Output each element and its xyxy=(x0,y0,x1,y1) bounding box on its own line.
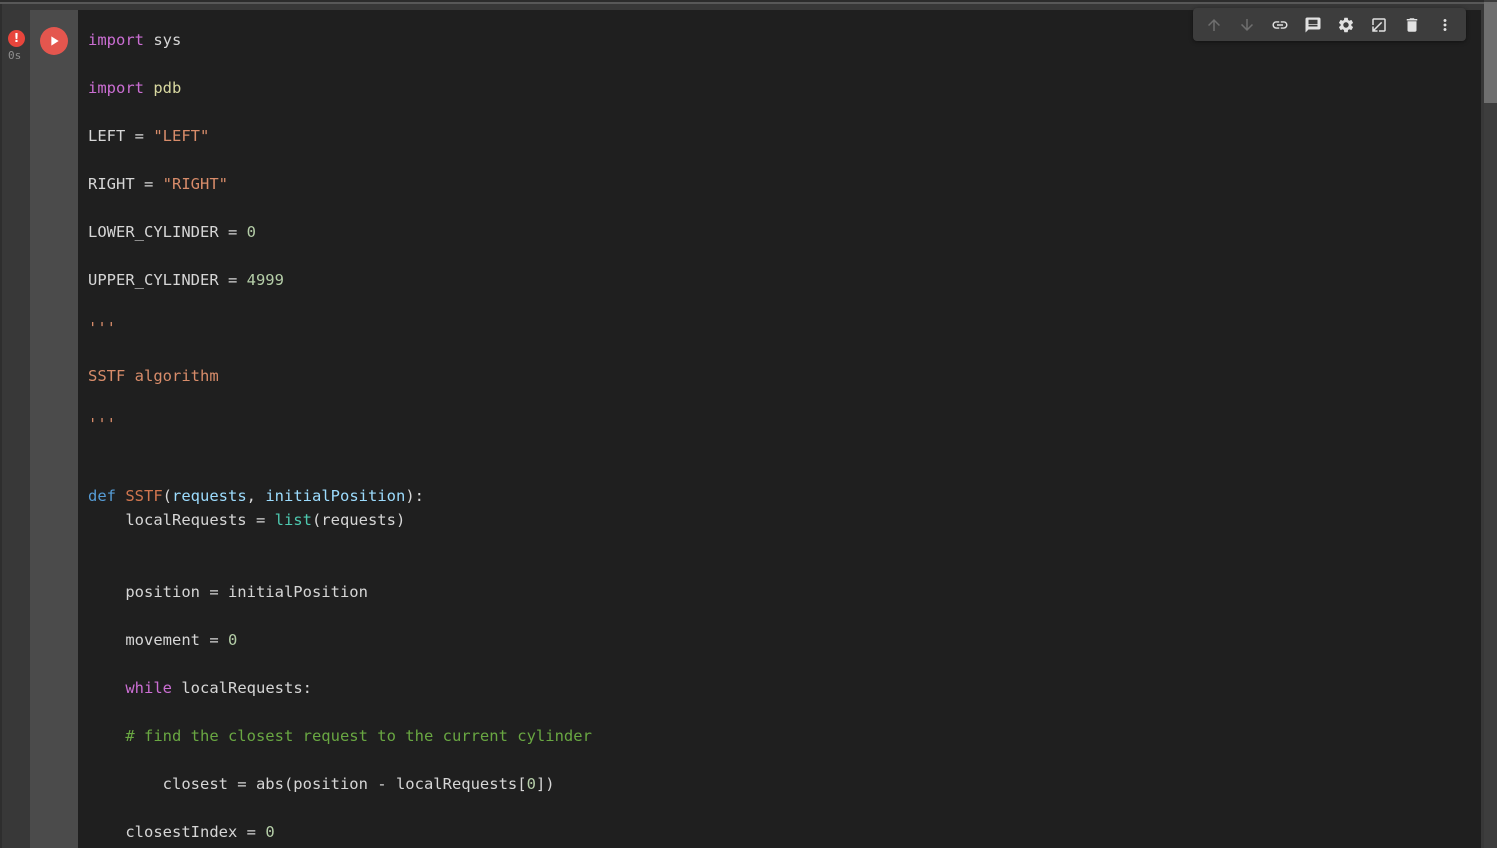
top-divider-line xyxy=(0,2,1497,4)
code-line: localRequests = list(requests) xyxy=(88,511,406,529)
code-line: # find the closest request to the curren… xyxy=(125,727,592,745)
arrow-up-icon xyxy=(1208,18,1220,31)
mirror-cell-in-tab-button[interactable] xyxy=(1367,13,1391,37)
vertical-scrollbar-thumb[interactable] xyxy=(1484,2,1497,103)
link-icon xyxy=(1272,20,1288,29)
vertical-scrollbar-track[interactable] xyxy=(1484,0,1497,848)
code-line: SSTF algorithm xyxy=(88,367,219,385)
play-icon xyxy=(51,36,59,46)
colab-notebook-page: { "app": "colab-code-cell", "colors": { … xyxy=(0,0,1497,848)
open-editor-settings-button[interactable] xyxy=(1334,13,1358,37)
run-cell-button[interactable] xyxy=(40,27,68,55)
code-line: def SSTF(requests, initialPosition): xyxy=(88,487,424,505)
move-cell-up-button xyxy=(1202,13,1226,37)
code-line: movement = 0 xyxy=(88,631,238,649)
more-cell-actions-button[interactable] xyxy=(1433,13,1457,37)
code-line: ''' xyxy=(88,415,116,433)
code-content: import sys import pdb LEFT = "LEFT" RIGH… xyxy=(88,28,1481,844)
code-line: closest = abs(position - localRequests[0… xyxy=(88,775,555,793)
arrow-down-icon xyxy=(1241,18,1253,31)
error-exclamation-icon: ! xyxy=(8,30,25,47)
code-line: position = initialPosition xyxy=(88,583,368,601)
code-line: LOWER_CYLINDER = 0 xyxy=(88,223,256,241)
trash-icon xyxy=(1406,17,1418,32)
cell-toolbar xyxy=(1193,8,1466,41)
code-line: closestIndex = 0 xyxy=(88,823,275,841)
code-editor[interactable]: import sys import pdb LEFT = "LEFT" RIGH… xyxy=(78,8,1481,848)
cell-gutter xyxy=(30,10,78,848)
delete-cell-button[interactable] xyxy=(1400,13,1424,37)
code-line: UPPER_CYLINDER = 4999 xyxy=(88,271,284,289)
more-vert-icon xyxy=(1443,18,1447,31)
code-line: ''' xyxy=(88,319,116,337)
add-comment-button[interactable] xyxy=(1301,13,1325,37)
mirror-cell-icon xyxy=(1372,17,1386,32)
code-line: LEFT = "LEFT" xyxy=(88,127,210,145)
execution-time-label: 0s xyxy=(8,49,22,62)
copy-link-to-cell-button[interactable] xyxy=(1268,13,1292,37)
comment-icon xyxy=(1305,17,1321,32)
code-line: import pdb xyxy=(88,79,182,97)
gear-icon xyxy=(1338,17,1354,32)
code-line: while localRequests: xyxy=(125,679,312,697)
code-line: RIGHT = "RIGHT" xyxy=(88,175,228,193)
code-cell: ! 0s import sys import pdb LEFT = "LEFT"… xyxy=(2,8,1481,848)
move-cell-down-button xyxy=(1235,13,1259,37)
execution-info-column: ! 0s xyxy=(2,10,30,848)
